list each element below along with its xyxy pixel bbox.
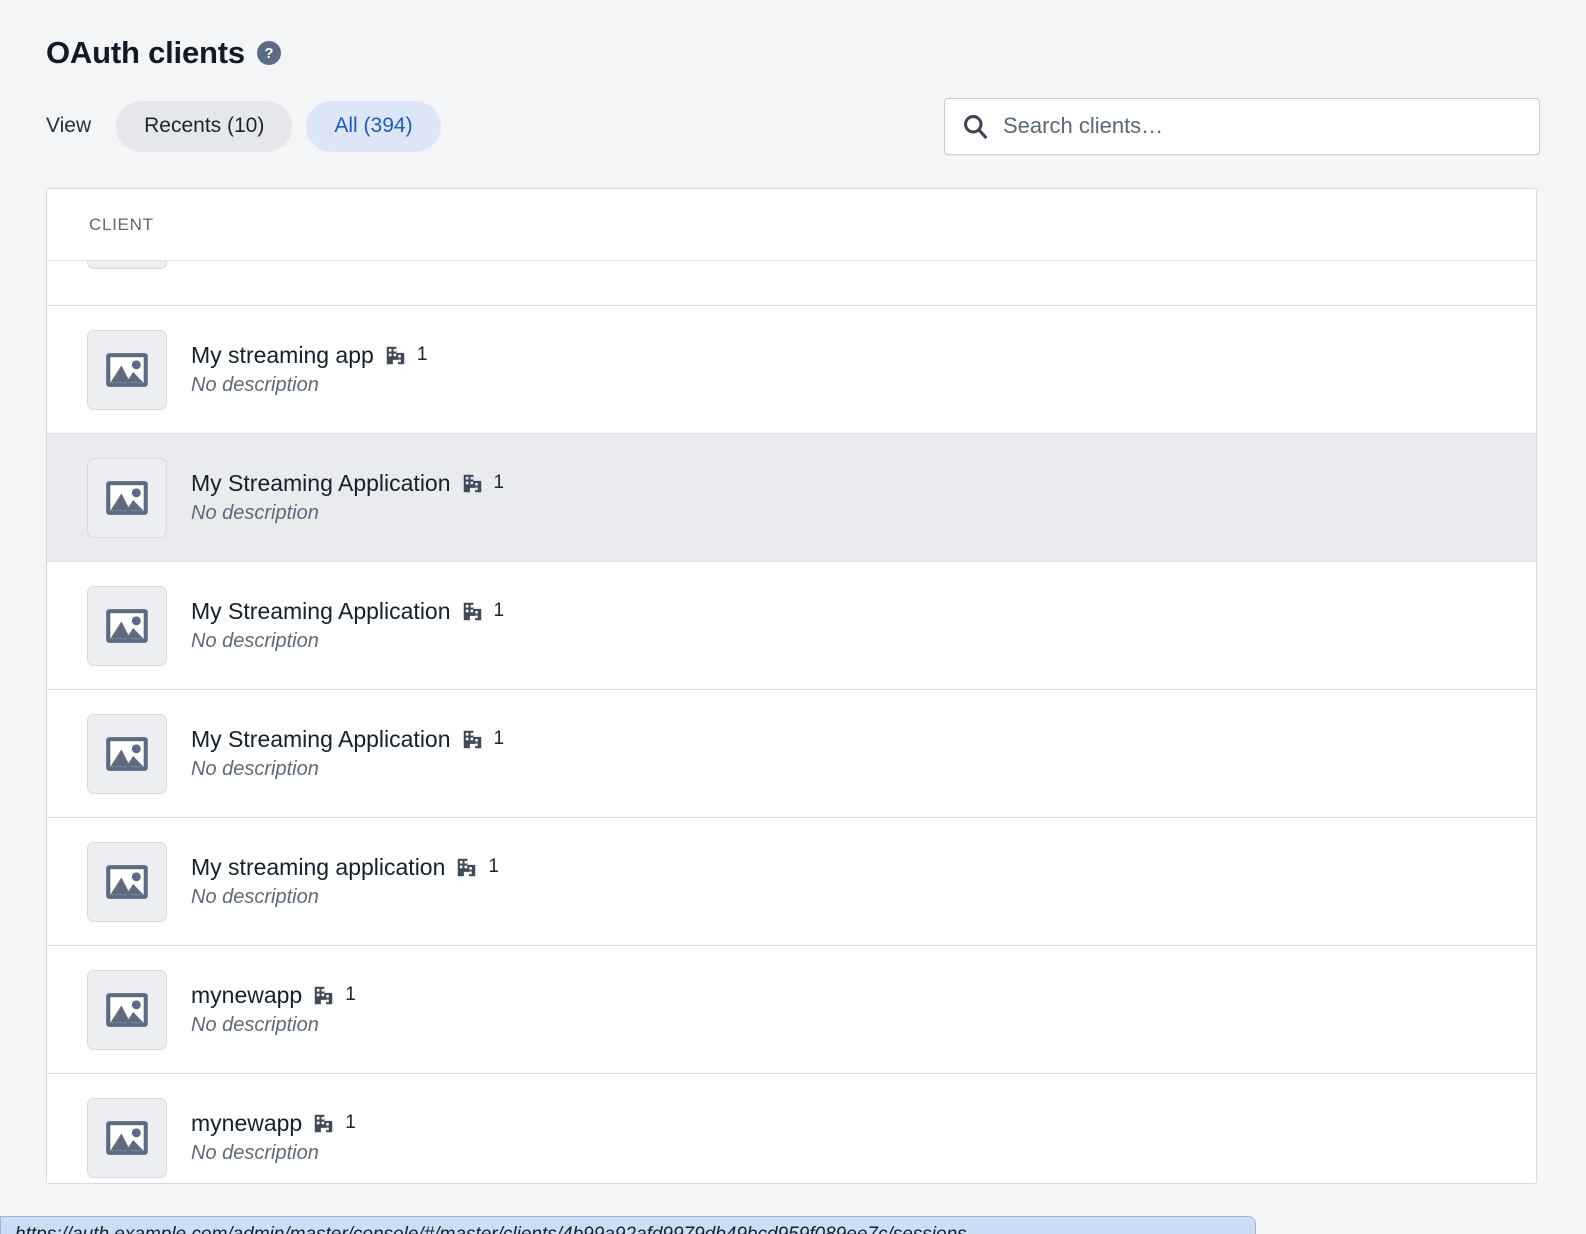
client-description: No description: [191, 502, 319, 525]
client-org-count: 1: [493, 472, 505, 494]
client-org-count: 1: [493, 728, 505, 750]
client-name: My streaming application: [191, 853, 446, 880]
organization-building-icon: [456, 857, 477, 878]
client-info: My streaming application 1 No description: [191, 854, 499, 909]
client-thumbnail-icon: [87, 585, 167, 666]
column-header-client: CLIENT: [89, 214, 154, 234]
table-row[interactable]: My Streaming Application 1 No description: [47, 434, 1536, 563]
client-info: My Streaming Application 1 No description: [191, 726, 504, 781]
client-info: mynewapp 1 No description: [191, 982, 356, 1037]
client-title-line: mynewapp 1: [191, 1110, 356, 1136]
page-header: OAuth clients ? View Recents (10) All (3…: [0, 0, 1586, 156]
status-bar-url: https://auth.example.com/admin/master/co…: [0, 1216, 1256, 1234]
client-thumbnail-icon: [87, 1097, 167, 1178]
organization-building-icon: [462, 601, 483, 622]
filter-pill-all[interactable]: All (394): [306, 100, 441, 152]
client-thumbnail-icon: [87, 457, 167, 538]
client-title-line: My Streaming Application 1: [191, 470, 504, 496]
client-org-count: 1: [345, 1112, 356, 1134]
client-org-count: 1: [488, 856, 499, 878]
client-description: No description: [191, 374, 319, 397]
search-icon: [961, 112, 989, 140]
title-row: OAuth clients ?: [46, 35, 1586, 70]
client-info: My Streaming Application 1 No description: [191, 470, 504, 525]
client-description: No description: [191, 1142, 319, 1165]
client-info: My streaming app 1 No description: [191, 342, 427, 397]
organization-building-icon: [313, 1113, 334, 1134]
help-circle-icon[interactable]: ?: [256, 41, 281, 66]
view-label: View: [46, 114, 92, 138]
client-description: No description: [191, 758, 319, 781]
client-thumbnail-icon: [87, 329, 167, 410]
table-row[interactable]: My Streaming Application 1 No description: [47, 690, 1536, 819]
table-row[interactable]: mynewapp 1 No description: [47, 946, 1536, 1075]
table-row[interactable]: My streaming app 1 No description: [47, 306, 1536, 435]
filter-pill-recents[interactable]: Recents (10): [116, 100, 293, 152]
client-title-line: My streaming app 1: [191, 342, 427, 368]
client-thumbnail-partial: [87, 261, 167, 270]
client-title-line: My Streaming Application 1: [191, 726, 504, 752]
client-info: mynewapp 1 No description: [191, 1110, 356, 1165]
organization-building-icon: [462, 473, 483, 494]
client-name: My Streaming Application: [191, 469, 451, 496]
client-org-count: 1: [493, 600, 505, 622]
client-name: mynewapp: [191, 1109, 303, 1136]
clients-table-card: CLIENT My streaming app 1 No description: [46, 188, 1537, 1185]
client-description: No description: [191, 630, 319, 653]
client-title-line: mynewapp 1: [191, 982, 356, 1008]
client-description: No description: [191, 1014, 319, 1037]
table-row[interactable]: mynewapp 1 No description: [47, 1074, 1536, 1184]
table-header-row: CLIENT: [47, 189, 1536, 262]
table-row[interactable]: My Streaming Application 1 No description: [47, 562, 1536, 691]
clients-list[interactable]: My streaming app 1 No description My Stre…: [47, 261, 1536, 1184]
client-name: My Streaming Application: [191, 597, 451, 624]
organization-building-icon: [462, 729, 483, 750]
toolbar: View Recents (10) All (394): [46, 96, 1586, 156]
client-title-line: My streaming application 1: [191, 854, 499, 880]
organization-building-icon: [313, 985, 334, 1006]
client-name: mynewapp: [191, 981, 303, 1008]
client-thumbnail-icon: [87, 969, 167, 1050]
table-row[interactable]: My streaming application 1 No description: [47, 818, 1536, 947]
search-box[interactable]: [944, 97, 1540, 155]
client-name: My streaming app: [191, 341, 374, 368]
client-org-count: 1: [416, 344, 428, 366]
client-name: My Streaming Application: [191, 725, 451, 752]
client-org-count: 1: [345, 984, 356, 1006]
client-thumbnail-icon: [87, 713, 167, 794]
client-title-line: My Streaming Application 1: [191, 598, 504, 624]
table-row-partial-scrolled[interactable]: [47, 261, 1536, 307]
client-description: No description: [191, 886, 319, 909]
client-thumbnail-icon: [87, 841, 167, 922]
client-info: My Streaming Application 1 No description: [191, 598, 504, 653]
organization-building-icon: [385, 345, 406, 366]
search-input[interactable]: [1003, 113, 1523, 140]
page-title: OAuth clients: [46, 35, 245, 70]
